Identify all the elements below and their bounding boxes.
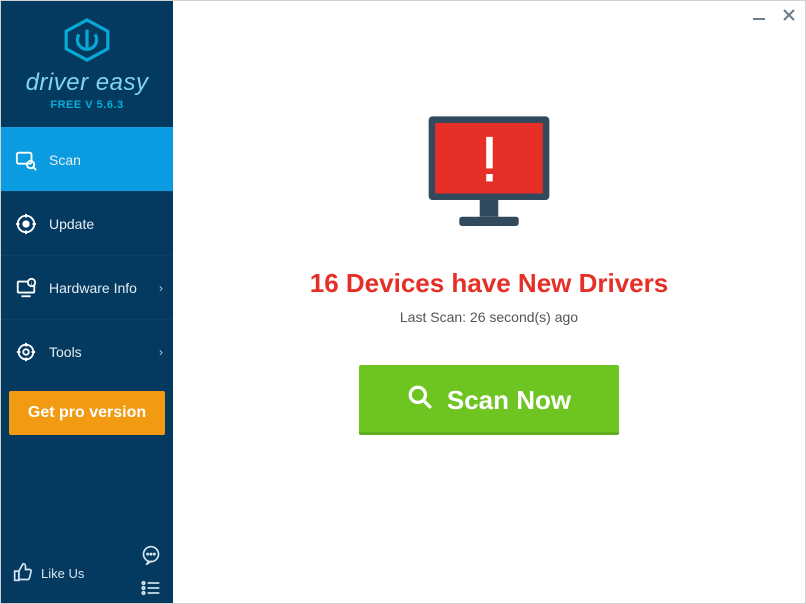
chevron-right-icon: › [159,345,163,359]
menu-list-icon[interactable] [141,580,161,601]
sidebar-item-hardware-info[interactable]: i Hardware Info › [1,255,173,319]
footer-right [141,545,161,601]
svg-text:i: i [31,281,32,287]
logo-icon [63,18,111,67]
like-us-button[interactable]: Like Us [13,562,84,585]
sidebar-item-label: Tools [49,344,82,360]
thumbs-up-icon [13,562,33,585]
update-icon [15,213,37,235]
hardware-icon: i [15,277,37,299]
sidebar-item-tools[interactable]: Tools › [1,319,173,383]
main-panel: 16 Devices have New Drivers Last Scan: 2… [173,1,805,603]
last-scan-text: Last Scan: 26 second(s) ago [400,309,578,325]
sidebar-item-label: Hardware Info [49,280,137,296]
sidebar: driver easy FREE V 5.6.3 Scan [1,1,173,603]
get-pro-button[interactable]: Get pro version [9,391,165,435]
brand-name: driver easy [26,69,149,97]
tools-icon [15,341,37,363]
nav: Scan Update [1,127,173,383]
sidebar-item-update[interactable]: Update [1,191,173,255]
like-us-label: Like Us [41,566,84,581]
sidebar-item-label: Scan [49,152,81,168]
sidebar-item-label: Update [49,216,94,232]
feedback-icon[interactable] [141,545,161,570]
app-window: driver easy FREE V 5.6.3 Scan [0,0,806,604]
close-button[interactable] [781,7,797,23]
minimize-button[interactable] [751,7,767,23]
version-label: FREE V 5.6.3 [50,99,123,111]
logo-block: driver easy FREE V 5.6.3 [1,1,173,127]
window-controls [751,7,797,23]
sidebar-footer: Like Us [1,543,173,603]
search-icon [407,384,433,417]
scan-now-label: Scan Now [447,385,571,416]
chevron-right-icon: › [159,281,163,295]
get-pro-label: Get pro version [28,404,146,422]
alert-monitor-icon [414,109,564,244]
scan-now-button[interactable]: Scan Now [359,365,619,435]
sidebar-item-scan[interactable]: Scan [1,127,173,191]
headline: 16 Devices have New Drivers [310,268,668,299]
scan-icon [15,149,37,171]
